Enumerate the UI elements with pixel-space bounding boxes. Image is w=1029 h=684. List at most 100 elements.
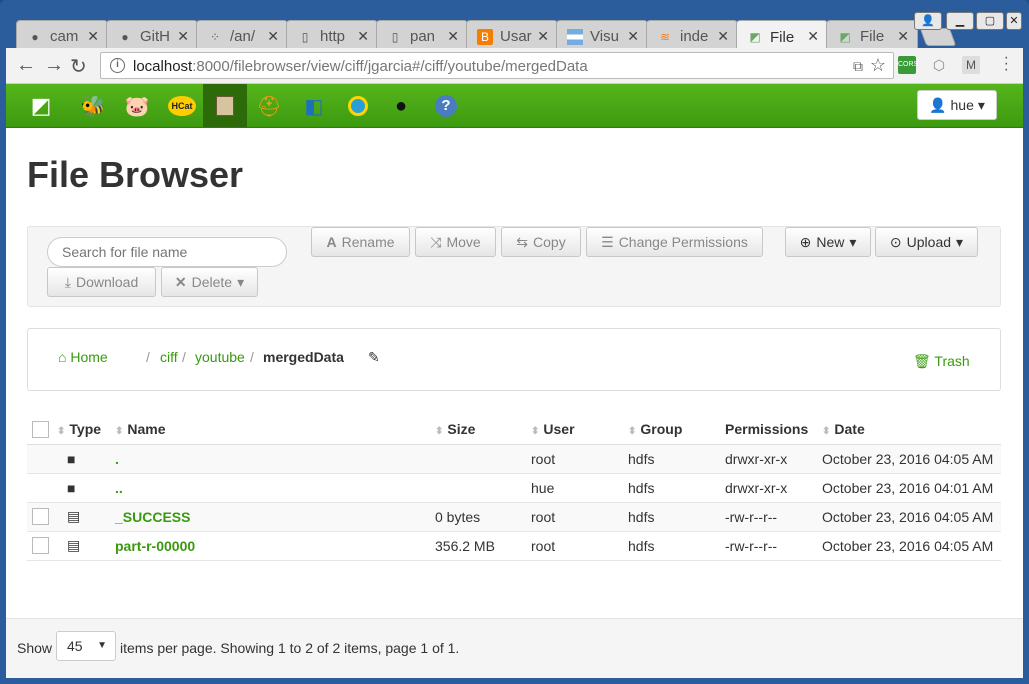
trash-link[interactable]: 🗑 Trash xyxy=(913,353,970,370)
m-extension-icon[interactable]: M xyxy=(962,56,980,74)
select-all-checkbox[interactable] xyxy=(32,420,49,438)
table-row[interactable]: ▤ _SUCCESS 0 bytes root hdfs -rw-r--r-- … xyxy=(27,502,1001,532)
download-button[interactable]: ⤓ Download xyxy=(47,267,156,297)
file-user: hue xyxy=(531,473,628,503)
close-icon[interactable]: ✕ xyxy=(267,28,279,45)
close-icon[interactable]: ✕ xyxy=(357,28,369,45)
caret-down-icon: ▾ xyxy=(956,233,964,250)
user-admin-icon[interactable]: ● xyxy=(386,91,416,121)
header-permissions[interactable]: Permissions xyxy=(725,414,822,445)
close-icon[interactable]: ✕ xyxy=(87,28,99,45)
change-permissions-button[interactable]: ☰ Change Permissions xyxy=(586,227,763,257)
breadcrumb-separator: / xyxy=(182,349,186,365)
close-window-button[interactable]: ✕ xyxy=(1006,12,1022,30)
address-bar[interactable]: i localhost:8000/filebrowser/view/ciff/j… xyxy=(100,52,894,79)
help-icon[interactable]: ? xyxy=(431,91,461,121)
url-text: localhost:8000/filebrowser/view/ciff/jga… xyxy=(133,58,588,75)
table-row[interactable]: ▤ part-r-00000 356.2 MB root hdfs -rw-r-… xyxy=(27,531,1001,561)
file-size: 0 bytes xyxy=(435,502,531,532)
new-tab-button[interactable] xyxy=(919,28,957,46)
rename-button[interactable]: A Rename xyxy=(311,227,410,257)
show-label: Show xyxy=(17,640,53,656)
minimize-button[interactable]: ▁ xyxy=(946,12,974,30)
sort-icon: ⬍ xyxy=(531,425,540,437)
row-checkbox[interactable] xyxy=(32,537,49,555)
job-browser-icon[interactable] xyxy=(343,91,373,121)
page-icon: ▯ xyxy=(391,29,399,44)
hue-navbar: ◩ 🐝 🐷 HCat ⛑ ◧ ● ? 👤 hue ▾ xyxy=(6,84,1023,128)
user-profile-icon[interactable]: 👤 xyxy=(914,12,942,30)
header-group[interactable]: ⬍ Group xyxy=(628,414,725,445)
pig-icon[interactable]: 🐷 xyxy=(122,91,152,121)
breadcrumb-youtube[interactable]: youtube xyxy=(195,349,245,365)
close-icon[interactable]: ✕ xyxy=(447,28,459,45)
stackoverflow-icon: ≋ xyxy=(659,29,671,44)
cube-extension-icon[interactable]: ⬡ xyxy=(930,56,948,74)
close-icon[interactable]: ✕ xyxy=(807,28,819,45)
hive-icon[interactable]: 🐝 xyxy=(78,91,108,121)
file-permissions: -rw-r--r-- xyxy=(725,502,822,532)
delete-button[interactable]: ✕ Delete ▾ xyxy=(161,267,258,297)
upload-circle-icon: ⊙ xyxy=(889,233,902,250)
file-permissions: drwxr-xr-x xyxy=(725,444,822,474)
file-group: hdfs xyxy=(628,531,725,561)
file-name-link[interactable]: . xyxy=(115,451,119,467)
file-name-link[interactable]: part-r-00000 xyxy=(115,538,195,554)
close-icon[interactable]: ✕ xyxy=(717,28,729,45)
file-name-link[interactable]: .. xyxy=(115,480,123,496)
home-icon: ⌂ xyxy=(58,349,67,365)
caret-down-icon: ▾ xyxy=(237,273,245,290)
breadcrumb-home[interactable]: ⌂ Home xyxy=(58,349,108,365)
row-checkbox[interactable] xyxy=(32,508,49,526)
hue-logo-icon[interactable]: ◩ xyxy=(26,91,56,121)
move-button[interactable]: ⤨ Move xyxy=(415,227,496,257)
new-button[interactable]: ⊕ New ▾ xyxy=(785,227,871,257)
close-icon[interactable]: ✕ xyxy=(537,28,549,45)
translate-icon[interactable]: ⧉ xyxy=(853,58,863,75)
file-size xyxy=(435,473,531,503)
sort-icon: ⬍ xyxy=(115,425,124,437)
file-user: root xyxy=(531,502,628,532)
header-size[interactable]: ⬍ Size xyxy=(435,414,531,445)
flag-icon xyxy=(567,28,583,45)
bookmark-star-icon[interactable]: ☆ xyxy=(870,55,886,76)
menu-dots-icon[interactable]: · · · xyxy=(1004,50,1009,78)
close-icon[interactable]: ✕ xyxy=(897,28,909,45)
cors-extension-icon[interactable]: CORS xyxy=(898,56,918,74)
blogger-icon: B xyxy=(477,28,493,45)
action-bar: ARename ⤨Move ⇆Copy ☰Change Permissions … xyxy=(27,226,1001,307)
caret-down-icon: ▼ xyxy=(97,640,107,651)
reload-icon[interactable]: ↻ xyxy=(70,54,87,79)
close-icon[interactable]: ✕ xyxy=(627,28,639,45)
file-name-link[interactable]: _SUCCESS xyxy=(115,509,190,525)
browser-window: ● cam ✕ ● GitH ✕ ⁘/an/✕ ▯ http ✕ ▯ pan ✕ B Usar ✕ … xyxy=(0,0,1029,684)
copy-button[interactable]: ⇆ Copy xyxy=(501,227,581,257)
hcat-icon[interactable]: HCat xyxy=(166,91,198,121)
file-browser-icon[interactable] xyxy=(203,84,247,127)
page-size-select[interactable]: 45 ▼ xyxy=(56,631,116,661)
file-group: hdfs xyxy=(628,473,725,503)
back-icon[interactable]: ← xyxy=(16,54,36,77)
table-row[interactable]: ■ .. hue hdfs drwxr-xr-x October 23, 201… xyxy=(27,473,1001,503)
header-name[interactable]: ⬍ Name xyxy=(115,414,435,445)
job-designer-icon[interactable]: ⛑ xyxy=(254,91,284,121)
table-row[interactable]: ■ . root hdfs drwxr-xr-x October 23, 201… xyxy=(27,444,1001,474)
edit-path-icon[interactable]: ✎ xyxy=(368,349,380,366)
hue-icon: ◩ xyxy=(749,30,761,44)
caret-down-icon: ▾ xyxy=(849,233,857,250)
file-date: October 23, 2016 04:05 AM xyxy=(822,502,1001,532)
user-menu-button[interactable]: 👤 hue ▾ xyxy=(917,90,997,120)
oozie-icon[interactable]: ◧ xyxy=(299,91,329,121)
search-input[interactable] xyxy=(47,237,287,267)
header-date[interactable]: ⬍ Date xyxy=(822,414,1001,445)
forward-icon[interactable]: → xyxy=(44,54,64,77)
close-icon[interactable]: ✕ xyxy=(177,28,189,45)
info-icon[interactable]: i xyxy=(110,58,125,73)
breadcrumb-ciff[interactable]: ciff xyxy=(160,349,178,365)
upload-button[interactable]: ⊙ Upload ▾ xyxy=(875,227,978,257)
sort-icon: ⬍ xyxy=(435,425,444,437)
header-type[interactable]: ⬍ Type xyxy=(57,414,115,445)
maximize-button[interactable]: ▢ xyxy=(976,12,1004,30)
file-browser-page: File Browser ARename ⤨Move ⇆Copy ☰Change… xyxy=(6,128,1023,618)
header-user[interactable]: ⬍ User xyxy=(531,414,628,445)
